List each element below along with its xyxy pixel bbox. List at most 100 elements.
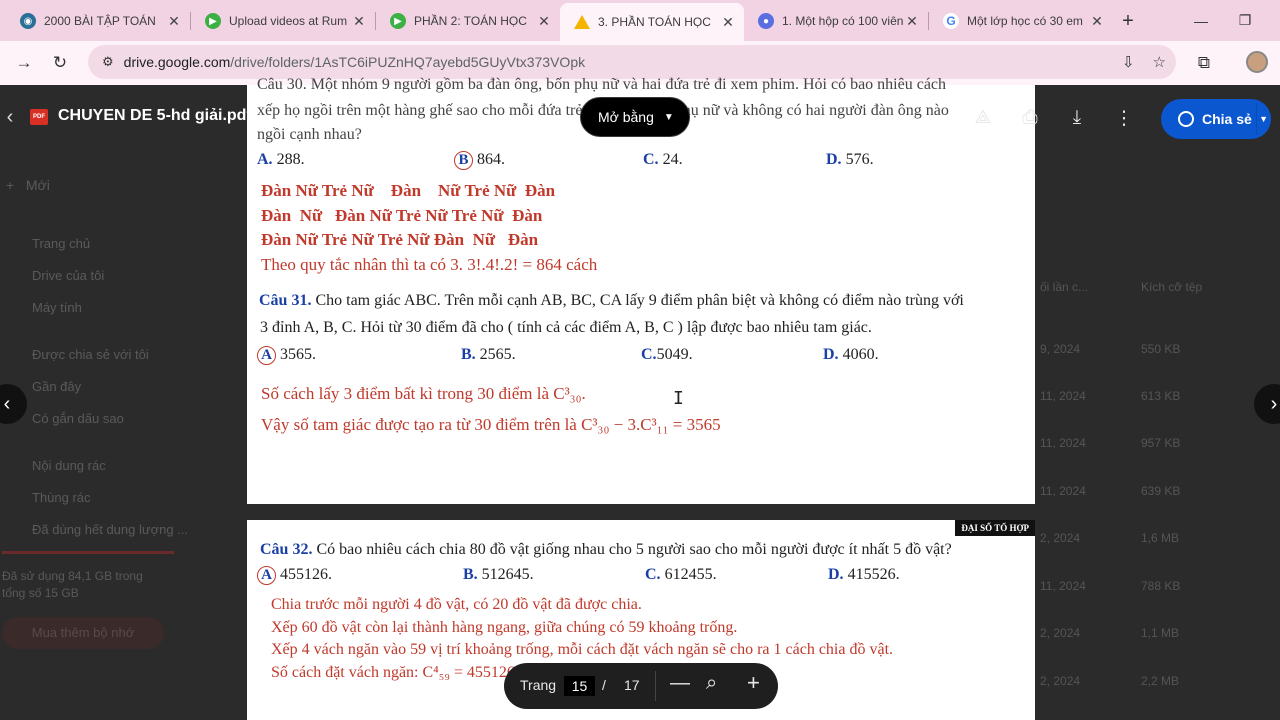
close-icon[interactable]: ✕ [1089, 13, 1105, 30]
page-slash: / [602, 677, 606, 693]
storage-text: tổng số 15 GB [2, 586, 79, 600]
tab-3[interactable]: ▶ PHẦN 2: TOÁN HỌC ✕ [376, 3, 560, 39]
add-to-drive-icon[interactable]: ⟁ [970, 105, 996, 131]
sidebar-item-storage[interactable]: Đã dùng hết dung lượng ... [32, 522, 188, 537]
row-date: 9, 2024 [1040, 342, 1081, 356]
arrangement-line: Đàn Nữ Trẻ Nữ Trẻ Nữ Đàn Nữ Đàn [261, 230, 539, 249]
divider [655, 671, 656, 701]
rumble-icon: ▶ [205, 13, 221, 29]
close-preview-icon[interactable]: ‹ [0, 85, 20, 149]
zoom-in-icon[interactable]: + [747, 670, 760, 696]
open-with-button[interactable]: Mở bằng ▼ [580, 97, 690, 137]
page-label: Trang [520, 677, 557, 693]
page-controls: Trang 15 / 17 — ⌕ + [504, 663, 778, 709]
row-size: 550 KB [1141, 342, 1181, 356]
zoom-icon[interactable]: ⌕ [706, 672, 717, 695]
option-a-correct: A 3565. [257, 346, 316, 365]
tab-title: Upload videos at Rum [229, 14, 348, 28]
sidebar-item-my-drive[interactable]: Drive của tôi [32, 268, 104, 283]
row-size: 1,1 MB [1141, 626, 1180, 640]
page-number-input[interactable]: 15 [564, 676, 595, 696]
zoom-out-icon[interactable]: — [670, 672, 690, 695]
solution-text: Theo quy tắc nhân thì ta có 3. 3!.4!.2! … [261, 255, 598, 274]
option-b: B. 2565. [461, 346, 516, 363]
solution-text: Xếp 60 đồ vật còn lại thành hàng ngang, … [271, 619, 738, 636]
column-header[interactable]: Kích cỡ tệp [1141, 280, 1202, 294]
option-c: C. 612455. [645, 566, 717, 583]
back-arrow-icon[interactable]: → [6, 45, 42, 81]
row-size: 788 KB [1141, 579, 1181, 593]
tab-title: Một lớp học có 30 em [967, 14, 1083, 28]
rumble-icon: ▶ [390, 13, 406, 29]
install-app-icon[interactable]: ⇩ [1122, 53, 1135, 71]
storage-bar [2, 551, 174, 554]
drive-sidebar: + Mới Trang chủ Drive của tôi Máy tính Đ… [0, 85, 246, 720]
arrangement-line: Đàn Nữ Đàn Nữ Trẻ Nữ Trẻ Nữ Đàn [261, 206, 543, 225]
pdf-viewer-header: ‹ PDF CHUYEN DE 5-hd giải.pdf Mở bằng ▼ ⟁… [0, 85, 1280, 149]
file-title: CHUYEN DE 5-hd giải.pdf [58, 107, 252, 124]
drive-file-list: ối lần c... Kích cỡ tệp 9, 2024 550 KB 1… [1035, 85, 1280, 720]
share-button[interactable]: Chia sẻ ▼ [1161, 99, 1271, 139]
arrangement-line: Đàn Nữ Trẻ Nữ Đàn Nữ Trẻ Nữ Đàn [261, 181, 556, 200]
new-button[interactable]: + Mới [6, 177, 50, 193]
option-a: A. 288. [257, 151, 305, 168]
row-date: 11, 2024 [1040, 436, 1086, 450]
minimize-icon[interactable]: — [1178, 0, 1224, 41]
restore-icon[interactable]: ❐ [1222, 0, 1268, 41]
sidebar-item-spam[interactable]: Nội dung rác [32, 458, 106, 473]
solution-text: Số cách lấy 3 điểm bất kì trong 30 điểm … [261, 384, 586, 403]
column-header[interactable]: ối lần c... [1040, 280, 1088, 294]
option-c: C.5049. [641, 346, 693, 363]
tab-6[interactable]: G Một lớp học có 30 em ✕ [929, 3, 1113, 39]
sidebar-item-shared[interactable]: Được chia sẻ với tôi [32, 347, 149, 362]
text-cursor-icon: I [673, 388, 684, 409]
solution-text: Xếp 4 vách ngăn vào 59 vị trí khoảng trố… [271, 641, 894, 658]
tab-2[interactable]: ▶ Upload videos at Rum ✕ [191, 3, 375, 39]
close-icon[interactable]: ✕ [536, 13, 552, 30]
tab-title: 1. Một hộp có 100 viên [782, 14, 904, 28]
tab-title: 3. PHẦN TOÁN HỌC [598, 15, 711, 29]
sidebar-item-recent[interactable]: Gần đây [32, 379, 81, 394]
option-d: D. 576. [826, 151, 874, 168]
sidebar-item-trash[interactable]: Thùng rác [32, 490, 91, 505]
tab-1[interactable]: ◉ 2000 BÀI TẬP TOÁN ✕ [6, 3, 190, 39]
download-icon[interactable]: ⤓ [1064, 105, 1090, 131]
question-32: Câu 32. Có bao nhiêu cách chia 80 đồ vật… [260, 541, 952, 558]
row-size: 2,2 MB [1141, 674, 1180, 688]
bookmark-star-icon[interactable]: ☆ [1153, 53, 1166, 71]
option-d: D. 415526. [828, 566, 900, 583]
page-total: 17 [624, 677, 640, 693]
sidebar-item-starred[interactable]: Có gắn dấu sao [32, 411, 124, 426]
sidebar-item-computers[interactable]: Máy tính [32, 300, 82, 315]
address-bar[interactable]: ⚙ drive.google.com/drive/folders/1AsTC6i… [88, 45, 1176, 79]
tab-strip: ◉ 2000 BÀI TẬP TOÁN ✕ ▶ Upload videos at… [0, 0, 1280, 41]
option-a-correct: A 455126. [257, 566, 332, 585]
tab-4-active[interactable]: 3. PHẦN TOÁN HỌC ✕ [560, 3, 744, 41]
section-chip: ĐẠI SỐ TỔ HỢP [955, 520, 1035, 536]
reload-icon[interactable]: ↻ [42, 45, 78, 81]
sidebar-item-home[interactable]: Trang chủ [32, 236, 90, 251]
divider [1256, 103, 1257, 135]
option-b-correct: B 864. [454, 151, 505, 170]
new-tab-plus-icon[interactable]: + [1113, 6, 1143, 36]
chevron-down-icon: ▼ [663, 111, 674, 123]
close-icon[interactable]: ✕ [351, 13, 367, 30]
tab-5[interactable]: ● 1. Một hộp có 100 viên ✕ [744, 3, 928, 39]
tab-favicon-icon: ● [758, 13, 774, 29]
close-icon[interactable]: ✕ [904, 13, 920, 30]
profile-avatar[interactable] [1246, 51, 1268, 73]
option-d: D. 4060. [823, 346, 879, 363]
row-date: 2, 2024 [1040, 626, 1081, 640]
site-info-icon[interactable]: ⚙ [102, 54, 114, 70]
buy-storage-button[interactable]: Mua thêm bộ nhớ [2, 617, 164, 649]
row-date: 2, 2024 [1040, 674, 1081, 688]
url-text: drive.google.com/drive/folders/1AsTC6iPU… [123, 54, 586, 70]
option-b: B. 512645. [463, 566, 534, 583]
print-icon[interactable]: ⎙ [1017, 105, 1043, 131]
close-icon[interactable]: ✕ [166, 13, 182, 30]
chevron-down-icon[interactable]: ▼ [1259, 114, 1268, 124]
extensions-icon[interactable]: ⧉ [1186, 45, 1222, 81]
more-options-icon[interactable]: ⋮ [1111, 105, 1137, 131]
close-icon[interactable]: ✕ [720, 14, 736, 31]
solution-text: Số cách đặt vách ngăn: C⁴₅₉ = 455126. [271, 664, 519, 681]
